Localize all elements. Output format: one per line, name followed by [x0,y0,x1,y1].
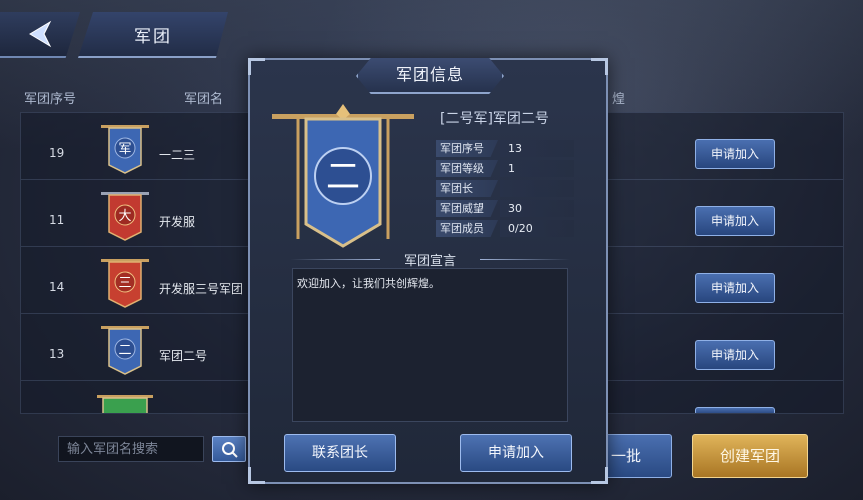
info-label: 军团长 [436,180,498,197]
legion-banner-icon: 大 [101,192,149,241]
column-header-tail: 煌 [612,92,626,107]
banner-char: 大 [118,209,131,224]
column-header-name: 军团名 [184,92,224,107]
legion-banner-icon: 二 [101,326,149,375]
legion-number: 14 [49,280,65,294]
legion-number: 19 [49,146,65,160]
info-label: 军团成员 [436,220,498,237]
apply-button[interactable]: 申请加入 [695,139,775,169]
info-value: 1 [500,160,574,177]
legion-info-dialog: 军团信息 二 [二号军]军团二号 军团序号 13 军团等级 1 军团长 军团威望… [248,58,608,484]
info-value: 13 [500,140,574,157]
column-header-index: 军团序号 [24,92,77,107]
contact-leader-button[interactable]: 联系团长 [284,434,396,472]
legion-banner-icon [97,395,153,413]
legion-full-name: [二号军]军团二号 [440,111,549,127]
apply-button[interactable]: 申请加入 [695,206,775,236]
info-value: 0/20 [500,220,574,237]
frame-corner [591,467,608,484]
legion-banner-icon: 三 [101,259,149,308]
search-button[interactable] [212,436,246,462]
apply-button[interactable] [695,407,775,413]
apply-button[interactable]: 申请加入 [695,273,775,303]
info-row-index: 军团序号 13 [436,140,574,157]
declaration-divider: 军团宣言 [290,250,570,269]
legion-name: 军团二号 [159,349,208,363]
back-arrow-icon [29,20,52,48]
legion-number: 13 [49,347,65,361]
page-title-tab: 军团 [78,12,228,58]
apply-join-button[interactable]: 申请加入 [460,434,572,472]
info-label: 军团威望 [436,200,498,217]
banner-char: 三 [118,276,131,291]
legion-number: 11 [49,213,65,227]
frame-corner [248,467,265,484]
legion-name: 开发服三号军团 [159,282,244,296]
info-value: 30 [500,200,574,217]
legion-banner-icon: 二 [272,104,414,248]
info-value [500,180,574,197]
page-title: 军团 [134,27,172,47]
info-row-leader: 军团长 [436,180,574,197]
declaration-text: 欢迎加入，让我们共创辉煌。 [292,268,568,422]
info-row-prestige: 军团威望 30 [436,200,574,217]
top-bar: 军团 [0,0,863,58]
info-label: 军团序号 [436,140,498,157]
info-row-level: 军团等级 1 [436,160,574,177]
divider-line [480,259,570,260]
apply-button[interactable]: 申请加入 [695,340,775,370]
frame-corner [248,58,265,75]
refresh-label: 一批 [610,447,641,465]
back-button[interactable] [0,12,80,58]
create-legion-button[interactable]: 创建军团 [692,434,808,478]
info-label: 军团等级 [436,160,498,177]
legion-name: 开发服 [159,215,196,229]
search-icon [222,442,238,458]
banner-char: 军 [118,142,131,157]
banner-char: 二 [326,157,360,197]
frame-corner [591,58,608,75]
legion-name: 一二三 [159,148,196,162]
legion-banner-icon: 军 [101,125,149,174]
info-row-members: 军团成员 0/20 [436,220,574,237]
banner-char: 二 [118,343,131,358]
dialog-title: 军团信息 [356,58,504,94]
search-input[interactable]: 输入军团名搜索 [58,436,204,462]
